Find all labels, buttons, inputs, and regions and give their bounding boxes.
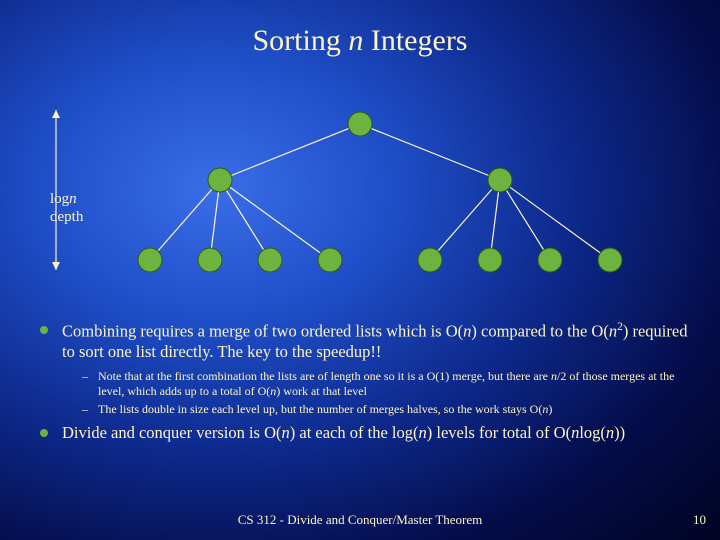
depth-log: log [50, 191, 69, 207]
content-area: Combining requires a merge of two ordere… [36, 320, 700, 449]
slide-title: Sorting n Integers [0, 24, 720, 58]
tree-diagram [50, 100, 670, 280]
b2i: )) [614, 423, 625, 442]
footer-text: CS 312 - Divide and Conquer/Master Theor… [0, 512, 720, 528]
s2a: The lists double in size each level up, … [98, 402, 542, 416]
b2d: n [418, 423, 426, 442]
b2a: Divide and conquer version is O( [62, 423, 282, 442]
title-post: Integers [363, 24, 467, 57]
s2c: ) [548, 402, 552, 416]
b1a: Combining requires a merge of two ordere… [62, 322, 463, 341]
b2e: ) levels for total of O( [427, 423, 571, 442]
bullet-2: Divide and conquer version is O(n) at ea… [36, 423, 700, 444]
title-pre: Sorting [253, 24, 349, 57]
b1c: ) compared to the O( [471, 322, 608, 341]
b2b: n [282, 423, 290, 442]
slide-number: 10 [693, 512, 706, 528]
depth-label: logn depth [50, 190, 83, 226]
bullet-1: Combining requires a merge of two ordere… [36, 320, 700, 363]
sub-2: The lists double in size each level up, … [36, 402, 700, 417]
sub-1: Note that at the first combination the l… [36, 369, 700, 399]
depth-n: n [69, 191, 77, 207]
s1a: Note that at the first combination the l… [98, 369, 551, 383]
b2c: ) at each of the log( [290, 423, 419, 442]
b2g: log( [579, 423, 606, 442]
depth-word: depth [50, 209, 83, 225]
b2h: n [606, 423, 614, 442]
s1e: ) work at that level [276, 384, 367, 398]
b1d: n [609, 322, 617, 341]
title-ital: n [348, 24, 363, 57]
